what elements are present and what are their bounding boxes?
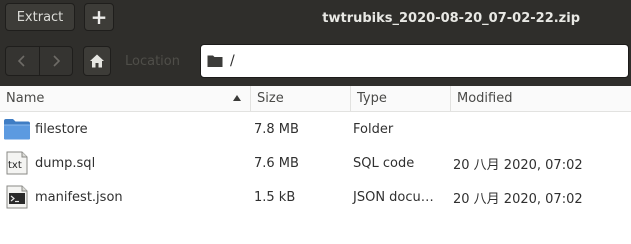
location-bar: Location /	[0, 36, 631, 86]
column-header-modified-label: Modified	[457, 91, 513, 106]
column-header-row: Name Size Type Modified	[0, 86, 631, 112]
column-header-name[interactable]: Name	[0, 86, 250, 111]
home-button[interactable]	[83, 46, 111, 76]
table-row[interactable]: filestore 7.8 MB Folder	[0, 112, 631, 146]
file-name: filestore	[35, 121, 88, 137]
column-header-type[interactable]: Type	[350, 86, 450, 111]
file-size: 1.5 kB	[254, 189, 296, 205]
svg-text:txt: txt	[8, 160, 22, 171]
extract-button[interactable]: Extract	[5, 3, 75, 31]
path-field[interactable]: /	[200, 44, 629, 78]
column-header-modified[interactable]: Modified	[450, 86, 631, 111]
folder-icon	[4, 119, 30, 140]
table-row[interactable]: manifest.json 1.5 kB JSON docu… 20 八月 20…	[0, 180, 631, 214]
header-bar: Extract + twtrubiks_2020-08-20_07-02-22.…	[0, 0, 631, 36]
file-size: 7.8 MB	[254, 121, 299, 137]
file-modified: 20 八月 2020, 07:02	[453, 157, 583, 173]
column-header-size-label: Size	[257, 91, 284, 106]
file-type: Folder	[353, 121, 394, 137]
home-icon	[90, 54, 104, 68]
file-size: 7.6 MB	[254, 155, 299, 171]
file-name: manifest.json	[35, 189, 123, 205]
file-modified: 20 八月 2020, 07:02	[453, 191, 583, 207]
column-header-name-label: Name	[6, 91, 45, 106]
location-label: Location	[125, 53, 180, 69]
sort-up-icon	[233, 95, 241, 101]
table-row[interactable]: txt dump.sql 7.6 MB SQL code 20 八月 2020,…	[0, 146, 631, 180]
path-text: /	[230, 53, 235, 69]
forward-button[interactable]	[38, 47, 73, 75]
column-header-type-label: Type	[357, 91, 387, 106]
chevron-right-icon	[53, 55, 60, 67]
terminal-file-icon	[6, 185, 28, 209]
file-type: JSON docu…	[353, 189, 434, 205]
folder-icon	[207, 55, 223, 67]
file-name: dump.sql	[35, 155, 96, 171]
text-file-icon: txt	[6, 151, 28, 175]
back-button[interactable]	[6, 47, 39, 75]
file-type: SQL code	[353, 155, 415, 171]
navigation-buttons	[5, 46, 73, 76]
chevron-left-icon	[18, 55, 25, 67]
column-header-size[interactable]: Size	[250, 86, 350, 111]
add-files-button[interactable]: +	[84, 3, 114, 31]
